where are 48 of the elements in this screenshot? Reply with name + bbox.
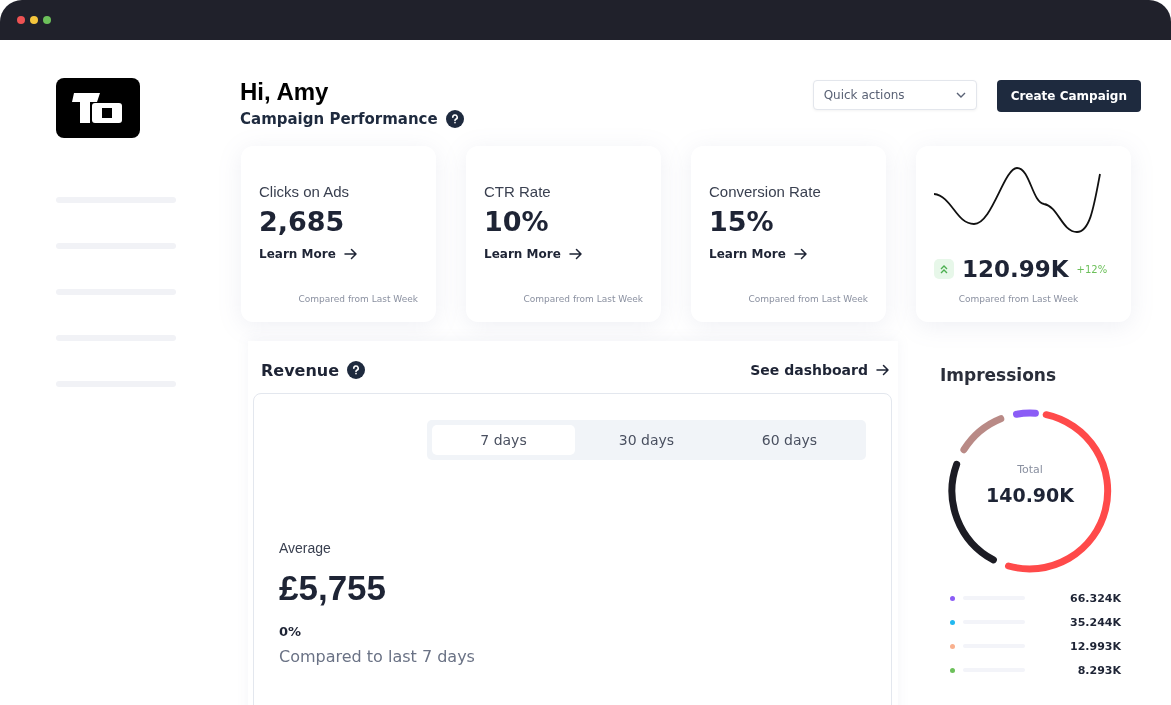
impressions-title: Impressions [940,365,1058,385]
trend-up-icon [934,259,954,279]
period-tab[interactable]: 7 days [432,425,575,455]
see-dashboard-link[interactable]: See dashboard [750,362,890,378]
trend-value: 120.99K [962,256,1069,282]
arrow-right-icon [793,247,808,261]
help-icon[interactable] [445,110,464,128]
quick-actions-dropdown[interactable]: Quick actions [812,80,977,110]
stat-footnote: Compared from Last Week [748,294,869,304]
close-window-icon[interactable] [17,16,25,24]
period-tab[interactable]: 30 days [575,425,718,455]
legend-value: 35.244K [1070,615,1121,629]
stat-value: 2,685 [259,206,346,237]
period-tab[interactable]: 60 days [718,425,861,455]
legend-value: 66.324K [1070,591,1121,605]
comparison-text: Compared to last 7 days [279,647,476,666]
legend-value: 12.993K [1070,639,1121,653]
learn-more-link[interactable]: Learn More [709,247,808,261]
help-icon[interactable] [347,361,366,379]
average-value: £5,755 [279,568,388,608]
trend-change: +12% [1076,263,1108,275]
arrow-right-icon [568,247,583,261]
average-label: Average [279,540,332,556]
maximize-window-icon[interactable] [43,16,51,24]
stat-title: Conversion Rate [709,183,822,200]
dropdown-placeholder: Quick actions [823,88,905,102]
arrow-right-icon [343,247,358,261]
total-value: 140.90K [985,484,1074,506]
legend-value: 8.293K [1077,663,1121,677]
stat-value: 15% [709,206,775,237]
greeting: Hi, Amy [240,78,330,106]
stat-title: Clicks on Ads [259,183,351,200]
stat-footnote: Compared from Last Week [523,294,644,304]
stat-value: 10% [484,206,550,237]
trend-footnote: Compared from Last Week [958,294,1080,304]
logo-icon [56,78,140,138]
change-percent: 0% [279,624,303,639]
learn-more-link[interactable]: Learn More [484,247,583,261]
total-label: Total [1017,463,1043,476]
section-title: Campaign Performance [240,110,438,128]
stat-title: CTR Rate [484,183,552,200]
chevron-down-icon [955,92,966,98]
create-campaign-button[interactable]: Create Campaign [996,80,1141,112]
learn-more-link[interactable]: Learn More [259,247,358,261]
stat-footnote: Compared from Last Week [298,294,419,304]
revenue-title: Revenue [261,360,340,380]
arrow-right-icon [876,363,890,377]
minimize-window-icon[interactable] [30,16,38,24]
